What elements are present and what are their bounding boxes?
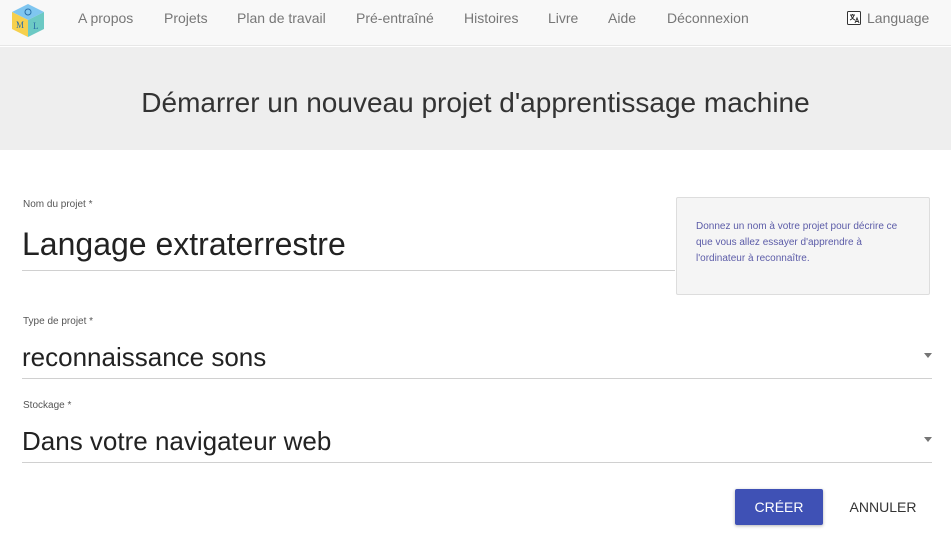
page-header: Démarrer un nouveau projet d'apprentissa… [0, 47, 951, 150]
storage-underline [22, 462, 932, 463]
project-name-help-tooltip: Donnez un nom à votre projet pour décrir… [676, 197, 930, 295]
nav-item-livre[interactable]: Livre [548, 10, 578, 26]
translate-icon [847, 11, 861, 25]
project-name-label: Nom du projet * [23, 199, 93, 210]
project-name-input[interactable]: Langage extraterrestre [22, 226, 346, 263]
project-type-select[interactable]: reconnaissance sons [22, 342, 266, 373]
storage-select[interactable]: Dans votre navigateur web [22, 426, 331, 457]
nav-item-plan-de-travail[interactable]: Plan de travail [237, 10, 326, 26]
svg-text:L: L [33, 21, 39, 31]
project-type-underline [22, 378, 932, 379]
storage-label: Stockage * [23, 400, 72, 411]
nav-item-aide[interactable]: Aide [608, 10, 636, 26]
nav-item-histoires[interactable]: Histoires [464, 10, 518, 26]
create-button[interactable]: CRÉER [735, 489, 823, 525]
language-label: Language [867, 10, 930, 26]
project-type-chevron-down-icon[interactable] [924, 353, 932, 358]
nav-item-a-propos[interactable]: A propos [78, 10, 133, 26]
nav-item-deconnexion[interactable]: Déconnexion [667, 10, 749, 26]
project-type-label: Type de projet * [23, 316, 94, 327]
nav-item-pre-entraine[interactable]: Pré-entraîné [356, 10, 434, 26]
project-name-underline [22, 270, 675, 271]
svg-text:M: M [16, 20, 24, 30]
language-selector[interactable]: Language [847, 10, 929, 26]
storage-chevron-down-icon[interactable] [924, 437, 932, 442]
top-navbar: M L A propos Projets Plan de travail Pré… [0, 0, 951, 46]
cancel-button[interactable]: ANNULER [840, 489, 926, 525]
ml-logo-icon[interactable]: M L [10, 2, 46, 38]
page-title: Démarrer un nouveau projet d'apprentissa… [141, 87, 810, 118]
nav-item-projets[interactable]: Projets [164, 10, 208, 26]
